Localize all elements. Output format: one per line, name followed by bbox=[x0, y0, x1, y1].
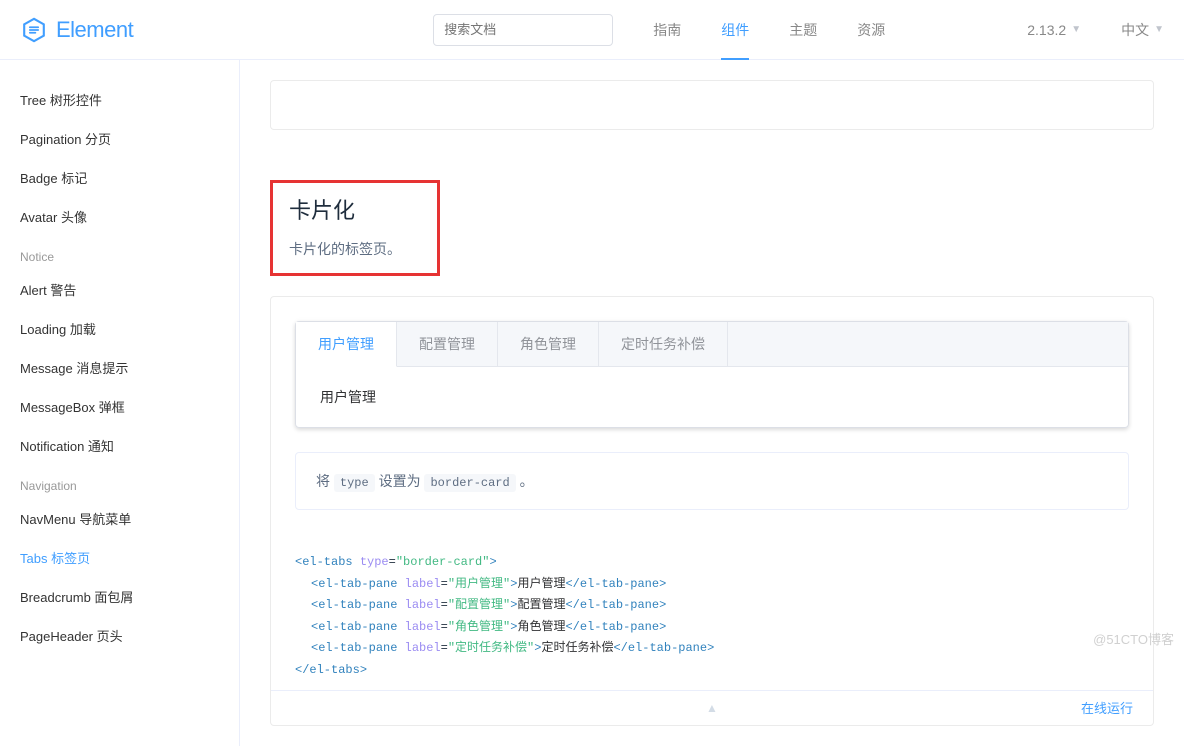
language-label: 中文 bbox=[1121, 20, 1149, 40]
demo-box: 用户管理 配置管理 角色管理 定时任务补偿 用户管理 将 type 设置为 bo… bbox=[270, 296, 1154, 726]
sidebar-item[interactable]: Avatar 头像 bbox=[20, 197, 239, 236]
sidebar-item[interactable]: Pagination 分页 bbox=[20, 119, 239, 158]
sidebar-item[interactable]: Message 消息提示 bbox=[20, 348, 239, 387]
sidebar-item[interactable]: Badge 标记 bbox=[20, 158, 239, 197]
previous-demo-collapsed bbox=[270, 80, 1154, 130]
section-header-highlight: 卡片化 卡片化的标签页。 bbox=[270, 180, 440, 276]
tabs-header: 用户管理 配置管理 角色管理 定时任务补偿 bbox=[296, 322, 1128, 367]
caret-up-icon: ▲ bbox=[706, 701, 718, 715]
tab-task[interactable]: 定时任务补偿 bbox=[599, 322, 728, 367]
logo[interactable]: Element bbox=[20, 16, 133, 44]
run-online-link[interactable]: 在线运行 bbox=[1081, 698, 1133, 717]
sidebar-item[interactable]: Loading 加载 bbox=[20, 309, 239, 348]
sidebar-item-tabs[interactable]: Tabs 标签页 bbox=[20, 538, 239, 577]
sidebar-item[interactable]: Breadcrumb 面包屑 bbox=[20, 577, 239, 616]
header-right: 2.13.2 ▼ 中文 ▼ bbox=[1027, 20, 1164, 40]
sidebar-item[interactable]: PageHeader 页头 bbox=[20, 616, 239, 655]
search-box bbox=[433, 14, 613, 46]
sidebar-item[interactable]: MessageBox 弹框 bbox=[20, 387, 239, 426]
sidebar: Tree 树形控件 Pagination 分页 Badge 标记 Avatar … bbox=[0, 60, 240, 746]
nav-component[interactable]: 组件 bbox=[721, 2, 749, 58]
sidebar-group-notice: Notice bbox=[20, 236, 239, 270]
hint-code-type: type bbox=[334, 474, 375, 492]
search-input[interactable] bbox=[433, 14, 613, 46]
tab-content: 用户管理 bbox=[296, 367, 1128, 427]
main-content: 卡片化 卡片化的标签页。 用户管理 配置管理 角色管理 定时任务补偿 用户管理 … bbox=[240, 60, 1184, 746]
demo-footer[interactable]: ▲ 在线运行 bbox=[271, 690, 1153, 725]
hint-mid: 设置为 bbox=[375, 473, 425, 489]
tab-role[interactable]: 角色管理 bbox=[498, 322, 599, 367]
section-title: 卡片化 bbox=[289, 193, 421, 225]
border-card-tabs: 用户管理 配置管理 角色管理 定时任务补偿 用户管理 bbox=[295, 321, 1129, 428]
nav-links: 指南 组件 主题 资源 bbox=[653, 2, 885, 58]
hint-block: 将 type 设置为 border-card 。 bbox=[295, 452, 1129, 510]
hint-code-value: border-card bbox=[424, 474, 515, 492]
language-selector[interactable]: 中文 ▼ bbox=[1121, 20, 1164, 40]
sidebar-item[interactable]: NavMenu 导航菜单 bbox=[20, 499, 239, 538]
sidebar-item[interactable]: Tree 树形控件 bbox=[20, 80, 239, 119]
version-selector[interactable]: 2.13.2 ▼ bbox=[1027, 22, 1081, 38]
version-label: 2.13.2 bbox=[1027, 22, 1066, 38]
chevron-down-icon: ▼ bbox=[1154, 24, 1164, 35]
nav-guide[interactable]: 指南 bbox=[653, 2, 681, 58]
tabs-header-fill bbox=[728, 322, 1128, 367]
code-block: <el-tabs type="border-card"> <el-tab-pan… bbox=[271, 534, 1153, 690]
logo-text: Element bbox=[56, 17, 133, 43]
sidebar-item[interactable]: Alert 警告 bbox=[20, 270, 239, 309]
app-header: Element 指南 组件 主题 资源 2.13.2 ▼ 中文 ▼ bbox=[0, 0, 1184, 60]
section-desc: 卡片化的标签页。 bbox=[289, 239, 421, 259]
tab-config[interactable]: 配置管理 bbox=[397, 322, 498, 367]
tab-user[interactable]: 用户管理 bbox=[296, 322, 397, 367]
hint-post: 。 bbox=[516, 473, 534, 489]
nav-resource[interactable]: 资源 bbox=[857, 2, 885, 58]
sidebar-group-navigation: Navigation bbox=[20, 465, 239, 499]
chevron-down-icon: ▼ bbox=[1071, 24, 1081, 35]
sidebar-item[interactable]: Notification 通知 bbox=[20, 426, 239, 465]
nav-theme[interactable]: 主题 bbox=[789, 2, 817, 58]
hint-pre: 将 bbox=[316, 473, 334, 489]
container: Tree 树形控件 Pagination 分页 Badge 标记 Avatar … bbox=[0, 60, 1184, 746]
element-logo-icon bbox=[20, 16, 48, 44]
